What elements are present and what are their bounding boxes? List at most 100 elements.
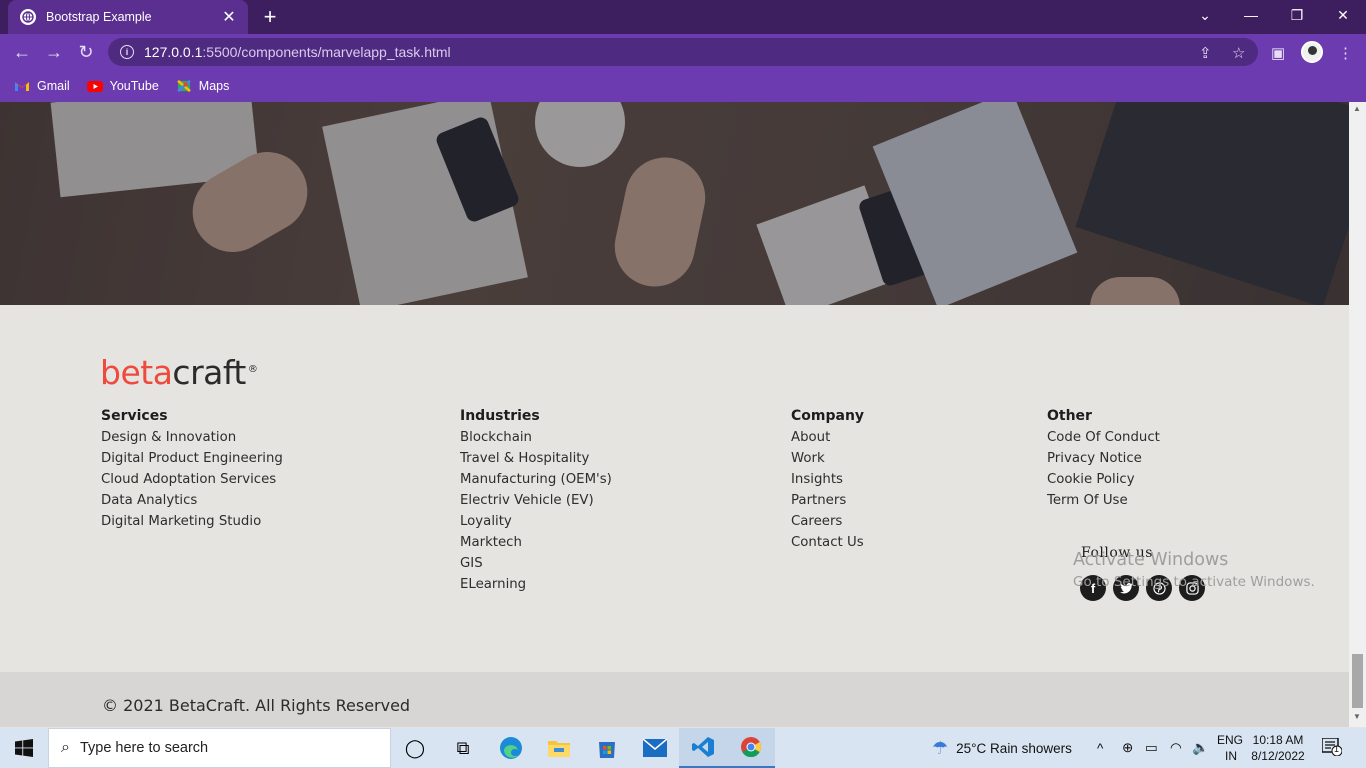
search-placeholder: Type here to search [79,740,209,756]
info-icon[interactable]: i [120,45,134,59]
side-panel-icon[interactable]: ▣ [1271,44,1285,62]
footer-link[interactable]: Marktech [460,532,612,553]
taskbar-clock[interactable]: 10:18 AM 8/12/2022 [1248,732,1308,764]
language-code: ENG [1217,733,1244,747]
tab-search-icon[interactable]: ⌄ [1182,0,1228,30]
footer-link[interactable]: Contact Us [791,532,864,553]
windows-start-icon[interactable] [0,728,48,768]
footer-link[interactable]: Manufacturing (OEM's) [460,469,612,490]
restore-button[interactable]: ❐ [1274,0,1320,30]
footer-link[interactable]: Electriv Vehicle (EV) [460,490,612,511]
forward-icon[interactable]: → [42,40,66,64]
footer-link[interactable]: Cookie Policy [1047,469,1160,490]
weather-widget[interactable]: ☂ 25°C Rain showers [932,728,1072,768]
battery-icon[interactable]: ▭ [1145,728,1158,768]
footer-column-industries: Industries Blockchain Travel & Hospitali… [460,406,612,595]
search-icon: ⌕ [61,739,70,756]
page-scrollbar[interactable]: ▲ ▼ [1349,102,1366,727]
address-bar[interactable]: i 127.0.0.1 :5500/components/marvelapp_t… [108,38,1258,66]
browser-toolbar: ← → ↻ i 127.0.0.1 :5500/components/marve… [0,34,1366,70]
hero-image [0,102,1349,305]
scroll-down-icon[interactable]: ▼ [1353,712,1361,721]
footer-link[interactable]: Term Of Use [1047,490,1160,511]
footer-link[interactable]: Loyality [460,511,612,532]
wifi-icon[interactable]: ◠ [1170,728,1182,768]
volume-icon[interactable]: 🔈 [1192,728,1209,768]
footer-link[interactable]: ELearning [460,574,612,595]
footer-link[interactable]: Digital Marketing Studio [101,511,283,532]
web-page: betacraft ® Services Design & Innovation … [0,102,1349,727]
file-explorer-icon[interactable] [535,728,583,768]
notification-center-icon[interactable]: 1 [1321,737,1344,758]
footer-link[interactable]: Digital Product Engineering [101,448,283,469]
weather-text: 25°C Rain showers [956,740,1072,756]
betacraft-logo[interactable]: betacraft ® [100,353,258,392]
youtube-icon [86,81,103,92]
scrollbar-thumb[interactable] [1352,654,1363,708]
mail-icon[interactable] [631,728,679,768]
browser-tab[interactable]: Bootstrap Example ✕ [8,0,248,34]
tab-strip: Bootstrap Example ✕ + ⌄ — ❐ ✕ [0,0,1366,34]
footer-column-services: Services Design & Innovation Digital Pro… [101,406,283,532]
clock-date: 8/12/2022 [1251,749,1305,763]
back-icon[interactable]: ← [10,40,34,64]
globe-icon [20,9,36,25]
footer-link[interactable]: Privacy Notice [1047,448,1160,469]
gmail-icon [15,82,29,91]
share-icon[interactable]: ⇪ [1199,44,1212,62]
watermark-title: Activate Windows [1073,550,1229,570]
bookmark-gmail[interactable]: Gmail [14,79,70,93]
bookmark-label: YouTube [109,79,159,93]
show-hidden-icons-icon[interactable]: ^ [1097,728,1103,768]
column-heading: Services [101,408,168,424]
footer-link[interactable]: Design & Innovation [101,427,283,448]
footer-link[interactable]: Cloud Adoptation Services [101,469,283,490]
footer-column-other: Other Code Of Conduct Privacy Notice Coo… [1047,406,1160,511]
url-host: 127.0.0.1 [144,44,203,60]
bookmark-star-icon[interactable]: ☆ [1232,44,1245,62]
meet-now-icon[interactable]: ⊕ [1122,728,1133,768]
notification-count: 1 [1334,744,1340,754]
footer-link[interactable]: Partners [791,490,864,511]
vscode-icon[interactable] [679,728,727,768]
scroll-up-icon[interactable]: ▲ [1353,104,1361,113]
footer-link[interactable]: Code Of Conduct [1047,427,1160,448]
taskbar-search-input[interactable]: ⌕ Type here to search [48,728,391,768]
cortana-icon[interactable]: ◯ [391,728,439,768]
column-heading: Other [1047,408,1092,424]
bookmark-maps[interactable]: Maps [176,79,230,93]
profile-avatar[interactable] [1301,41,1323,63]
copyright-text: © 2021 BetaCraft. All Rights Reserved [102,696,411,715]
url-path: :5500/components/marvelapp_task.html [202,44,451,60]
edge-icon[interactable] [487,728,535,768]
bookmark-youtube[interactable]: YouTube [86,79,159,93]
bookmark-label: Maps [198,79,230,93]
new-tab-button[interactable]: + [258,6,282,28]
logo-beta: beta [100,353,173,392]
close-tab-icon[interactable]: ✕ [220,8,238,26]
column-heading: Industries [460,408,540,424]
site-footer: betacraft ® Services Design & Innovation … [0,305,1349,672]
task-view-icon[interactable]: ⧉ [439,728,487,768]
activate-windows-watermark: Activate Windows Go to Settings to activ… [1073,550,1315,590]
footer-column-company: Company About Work Insights Partners Car… [791,406,864,553]
footer-link[interactable]: Data Analytics [101,490,283,511]
minimize-button[interactable]: — [1228,0,1274,30]
bookmark-label: Gmail [37,79,70,93]
footer-link[interactable]: Insights [791,469,864,490]
microsoft-store-icon[interactable] [583,728,631,768]
footer-link[interactable]: Work [791,448,864,469]
language-indicator[interactable]: ENG IN [1217,732,1243,764]
footer-link[interactable]: Blockchain [460,427,612,448]
window-close-button[interactable]: ✕ [1320,0,1366,30]
reload-icon[interactable]: ↻ [74,40,98,64]
footer-link[interactable]: GIS [460,553,612,574]
chrome-icon[interactable] [727,728,775,768]
footer-link[interactable]: About [791,427,864,448]
column-heading: Company [791,408,865,424]
copyright-bar: © 2021 BetaCraft. All Rights Reserved [0,672,1349,727]
menu-icon[interactable]: ⋮ [1338,44,1353,62]
footer-link[interactable]: Travel & Hospitality [460,448,612,469]
footer-link[interactable]: Careers [791,511,864,532]
logo-craft: craft [172,353,246,392]
